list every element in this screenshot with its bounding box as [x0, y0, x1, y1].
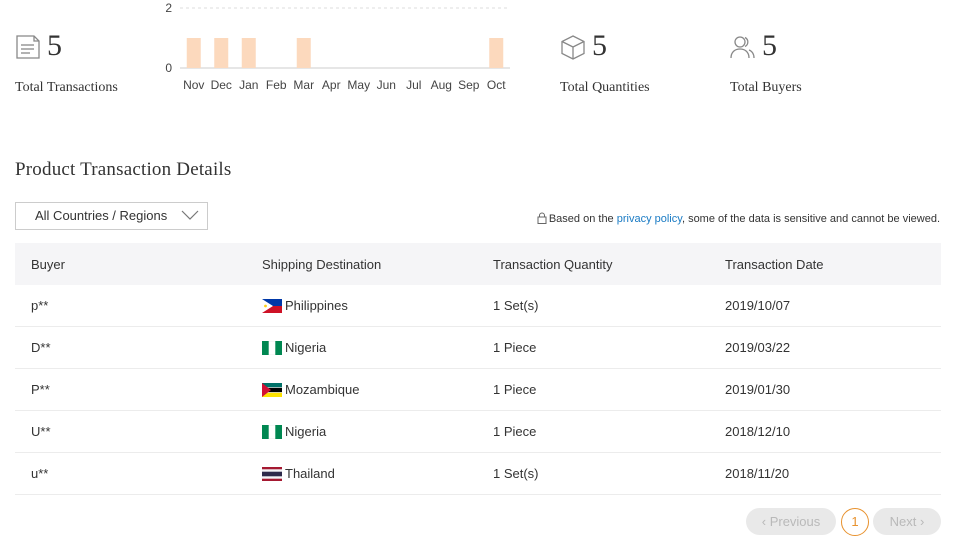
destination-cell: Nigeria	[246, 424, 477, 439]
table-row: u** Thailand 1 Set(s) 2018/11/20	[15, 453, 941, 495]
x-tick-label: Apr	[322, 78, 341, 92]
quantity-cell: 1 Piece	[493, 424, 537, 439]
buyer-cell: D**	[31, 340, 51, 355]
date-cell: 2018/11/20	[725, 466, 790, 481]
privacy-note: Based on the privacy policy, some of the…	[537, 212, 940, 225]
date-cell: 2019/10/07	[725, 298, 791, 313]
x-tick-label: Jan	[239, 78, 258, 92]
transactions-table: Buyer Shipping Destination Transaction Q…	[15, 243, 941, 495]
document-icon	[16, 35, 40, 59]
quantity-cell: 1 Piece	[493, 340, 537, 355]
buyer-cell: u**	[31, 466, 49, 481]
table-row: U** Nigeria 1 Piece 2018/12/10	[15, 411, 941, 453]
x-tick-label: May	[347, 78, 370, 92]
quantity-cell: 1 Set(s)	[493, 298, 539, 313]
destination-name: Philippines	[285, 298, 348, 313]
chart-bar	[296, 38, 311, 68]
destination-name: Nigeria	[285, 340, 327, 355]
monthly-transactions-chart: 0 2 Nov Dec Jan Feb Mar Apr May Jun Jul Aug Sep Oct	[165, 1, 510, 92]
destination-name: Thailand	[285, 466, 335, 481]
x-tick-label: Jun	[377, 78, 396, 92]
privacy-prefix: Based on the	[548, 213, 617, 225]
box-icon	[561, 35, 585, 60]
destination-cell: Philippines	[246, 298, 477, 313]
destination-name: Mozambique	[285, 382, 360, 397]
country-region-select-value: All Countries / Regions	[35, 208, 168, 223]
buyer-cell: P**	[31, 382, 50, 397]
chevron-right-icon: ›	[920, 514, 925, 529]
previous-label: Previous	[769, 514, 821, 529]
header-buyer: Buyer	[31, 256, 65, 272]
table-row: P** Mozambique 1 Piece 2019/01/30	[15, 369, 941, 411]
buyer-cell: U**	[31, 424, 51, 439]
destination-cell: Thailand	[246, 466, 477, 481]
table-header: Buyer Shipping Destination Transaction Q…	[15, 243, 941, 285]
total-buyers-value: 5	[762, 29, 777, 62]
chart-bar	[214, 38, 229, 68]
chart-bar	[489, 38, 504, 68]
x-tick-label: Sep	[458, 78, 480, 92]
y-tick-label: 0	[165, 61, 172, 75]
header-shipping-destination: Shipping Destination	[262, 256, 382, 272]
destination-cell: Mozambique	[246, 382, 477, 397]
privacy-policy-link[interactable]: privacy policy	[617, 213, 682, 225]
x-tick-label: Feb	[266, 78, 287, 92]
table-row: D** Nigeria 1 Piece 2019/03/22	[15, 327, 941, 369]
country-region-select[interactable]: All Countries / Regions	[15, 202, 208, 230]
date-cell: 2019/01/30	[725, 382, 791, 397]
privacy-suffix: , some of the data is sensitive and cann…	[681, 213, 940, 225]
nigeria-flag-icon	[262, 340, 282, 355]
users-icon	[730, 36, 755, 59]
quantity-cell: 1 Set(s)	[493, 466, 539, 481]
chart-bar	[241, 38, 256, 68]
chevron-down-icon	[181, 210, 199, 220]
total-buyers-label: Total Buyers	[730, 80, 802, 95]
header-transaction-date: Transaction Date	[725, 256, 824, 272]
next-label: Next	[889, 514, 917, 529]
table-row: p** Philippines 1 Set(s) 2019/10/07	[15, 285, 941, 327]
mozambique-flag-icon	[262, 382, 282, 397]
chevron-left-icon: ‹	[761, 514, 767, 529]
x-tick-label: Dec	[211, 78, 232, 92]
lock-icon	[537, 212, 547, 224]
quantity-cell: 1 Piece	[493, 382, 537, 397]
chart-bar	[186, 38, 201, 68]
nigeria-flag-icon	[262, 424, 282, 439]
buyer-cell: p**	[31, 298, 49, 313]
total-quantities-label: Total Quantities	[560, 80, 650, 95]
total-quantities-value: 5	[592, 29, 607, 62]
total-transactions-label: Total Transactions	[15, 80, 118, 95]
x-tick-label: Mar	[293, 78, 314, 92]
x-tick-label: Aug	[431, 78, 452, 92]
date-cell: 2019/03/22	[725, 340, 791, 355]
page-1-button[interactable]: 1	[841, 508, 869, 536]
y-tick-label: 2	[165, 1, 172, 15]
philippines-flag-icon	[262, 298, 282, 313]
x-tick-label: Nov	[183, 78, 204, 92]
destination-name: Nigeria	[285, 424, 327, 439]
date-cell: 2018/12/10	[725, 424, 791, 439]
x-tick-label: Jul	[406, 78, 421, 92]
section-title: Product Transaction Details	[15, 159, 232, 180]
previous-page-button[interactable]: ‹ Previous	[746, 508, 836, 535]
x-tick-label: Oct	[487, 78, 506, 92]
header-transaction-quantity: Transaction Quantity	[493, 256, 613, 272]
total-transactions-value: 5	[47, 29, 62, 62]
thailand-flag-icon	[262, 466, 282, 481]
destination-cell: Nigeria	[246, 340, 477, 355]
next-page-button[interactable]: Next ›	[873, 508, 941, 535]
